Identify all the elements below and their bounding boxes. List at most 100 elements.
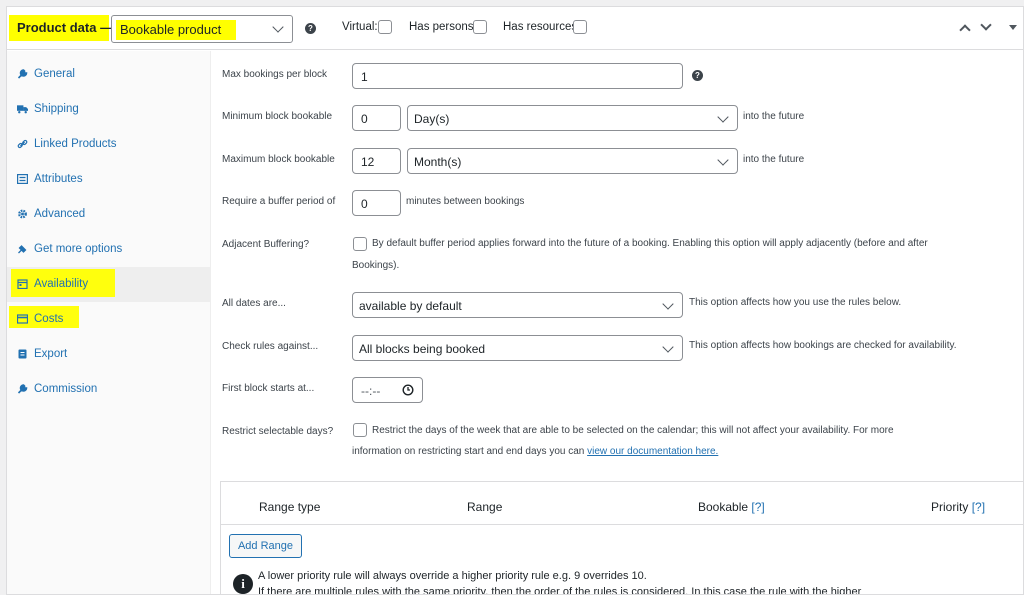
product-data-tabs: General Shipping Linked Products Attribu…: [7, 51, 211, 594]
tab-label: Commission: [34, 383, 98, 395]
wrench-icon: [17, 69, 28, 79]
tab-label: Availability: [34, 278, 89, 290]
tab-label: Shipping: [34, 103, 79, 115]
max-block-label: Maximum block bookable: [222, 154, 335, 165]
chevron-down-icon: [662, 298, 674, 310]
column-range-type: Range type: [259, 500, 321, 514]
min-block-unit-select[interactable]: Day(s): [407, 105, 738, 131]
all-dates-select[interactable]: available by default: [352, 292, 683, 318]
column-priority-label: Priority: [931, 500, 969, 514]
tab-costs[interactable]: Costs: [7, 302, 211, 337]
tab-advanced[interactable]: Advanced: [7, 197, 211, 232]
tab-commission[interactable]: Commission: [7, 372, 211, 407]
tab-export[interactable]: Export: [7, 337, 211, 372]
has-persons-label: Has persons:: [409, 21, 477, 33]
list-icon: [17, 174, 28, 184]
priority-note-line2: If there are multiple rules with the sam…: [258, 586, 862, 595]
tab-label: Export: [34, 348, 68, 360]
restrict-days-description-prefix: information on restricting start and end…: [352, 446, 588, 457]
buffer-suffix: minutes between bookings: [406, 196, 525, 207]
tab-label: Linked Products: [34, 138, 117, 150]
tab-availability[interactable]: Availability: [7, 267, 211, 302]
all-dates-help: This option affects how you use the rule…: [689, 297, 902, 308]
check-rules-value: All blocks being booked: [359, 342, 486, 356]
tab-attributes[interactable]: Attributes: [7, 162, 211, 197]
tab-label: Attributes: [34, 173, 83, 185]
card-icon: [17, 314, 28, 324]
wrench-icon: [17, 384, 28, 394]
calendar-icon: [17, 279, 28, 289]
check-rules-select[interactable]: All blocks being booked: [352, 335, 683, 361]
max-block-unit-value: Month(s): [414, 155, 462, 169]
restrict-days-label: Restrict selectable days?: [222, 426, 334, 437]
tab-get-more-options[interactable]: Get more options: [7, 232, 211, 267]
restrict-days-checkbox[interactable]: [353, 423, 367, 437]
info-icon: i: [233, 574, 253, 594]
table-header-divider: [221, 524, 1023, 525]
adjacent-buffering-checkbox[interactable]: [353, 237, 367, 251]
restrict-days-description-cont: information on restricting start and end…: [352, 441, 718, 462]
gear-icon: [18, 209, 27, 219]
max-bookings-label: Max bookings per block: [222, 69, 328, 80]
adjacent-buffering-description: By default buffer period applies forward…: [372, 238, 928, 249]
chevron-down-icon: [662, 341, 674, 353]
column-range: Range: [467, 500, 503, 514]
product-data-header: Product data — Bookable product ? Virtua…: [7, 7, 1023, 50]
min-block-unit-value: Day(s): [414, 112, 450, 126]
first-block-time-input[interactable]: --:--: [352, 377, 423, 403]
adjacent-buffering-label: Adjacent Buffering?: [222, 239, 310, 250]
column-bookable: Bookable [?]: [698, 500, 765, 514]
help-icon[interactable]: ?: [692, 70, 703, 81]
tab-label: Costs: [34, 313, 64, 325]
plugin-icon: [18, 245, 27, 254]
check-rules-label: Check rules against...: [222, 341, 319, 352]
priority-note-line1: A lower priority rule will always overri…: [258, 570, 647, 582]
max-bookings-input[interactable]: 1: [352, 63, 683, 89]
adjacent-buffering-description-cont: Bookings).: [352, 260, 400, 271]
tab-label: General: [34, 68, 75, 80]
buffer-label: Require a buffer period of: [222, 196, 336, 207]
documentation-link[interactable]: view our documentation here.: [587, 446, 718, 457]
product-type-value: Bookable product: [120, 22, 222, 37]
tab-label: Get more options: [34, 243, 123, 255]
chevron-down-icon: [717, 154, 729, 166]
toggle-panel-icon[interactable]: [1009, 25, 1017, 30]
bookable-help-link[interactable]: [?]: [751, 500, 764, 514]
clock-icon[interactable]: [402, 384, 414, 396]
column-bookable-label: Bookable: [698, 500, 749, 514]
all-dates-value: available by default: [359, 299, 462, 313]
min-block-suffix: into the future: [743, 111, 805, 122]
tab-general[interactable]: General: [7, 57, 211, 92]
priority-help-link[interactable]: [?]: [972, 500, 985, 514]
add-range-button[interactable]: Add Range: [229, 534, 302, 558]
min-block-label: Minimum block bookable: [222, 111, 333, 122]
chevron-down-icon: [717, 111, 729, 123]
product-data-label: Product data —: [17, 20, 114, 35]
has-persons-checkbox[interactable]: [473, 20, 487, 34]
restrict-days-description: Restrict the days of the week that are a…: [372, 425, 894, 436]
has-resources-checkbox[interactable]: [573, 20, 587, 34]
max-block-unit-select[interactable]: Month(s): [407, 148, 738, 174]
buffer-input[interactable]: 0: [352, 190, 401, 216]
chevron-down-icon: [272, 21, 284, 33]
check-rules-help: This option affects how bookings are che…: [689, 340, 957, 351]
first-block-label: First block starts at...: [222, 383, 315, 394]
tab-linked-products[interactable]: Linked Products: [7, 127, 211, 162]
product-type-select[interactable]: Bookable product: [111, 15, 293, 43]
truck-icon: [17, 105, 28, 114]
move-up-icon[interactable]: [959, 24, 971, 36]
virtual-label: Virtual:: [342, 21, 378, 33]
min-block-input[interactable]: 0: [352, 105, 401, 131]
tab-shipping[interactable]: Shipping: [7, 92, 211, 127]
virtual-checkbox[interactable]: [378, 20, 392, 34]
first-block-time-value: --:--: [361, 384, 381, 398]
tab-label: Advanced: [34, 208, 86, 220]
help-icon[interactable]: ?: [305, 23, 316, 34]
max-block-input[interactable]: 12: [352, 148, 401, 174]
product-data-panel: Product data — Bookable product ? Virtua…: [6, 6, 1024, 595]
move-down-icon[interactable]: [980, 19, 992, 31]
has-resources-label: Has resources:: [503, 21, 581, 33]
availability-rules-table: Range type Range Bookable [?] Priority […: [220, 481, 1023, 595]
max-block-suffix: into the future: [743, 154, 805, 165]
export-icon: [18, 349, 27, 359]
